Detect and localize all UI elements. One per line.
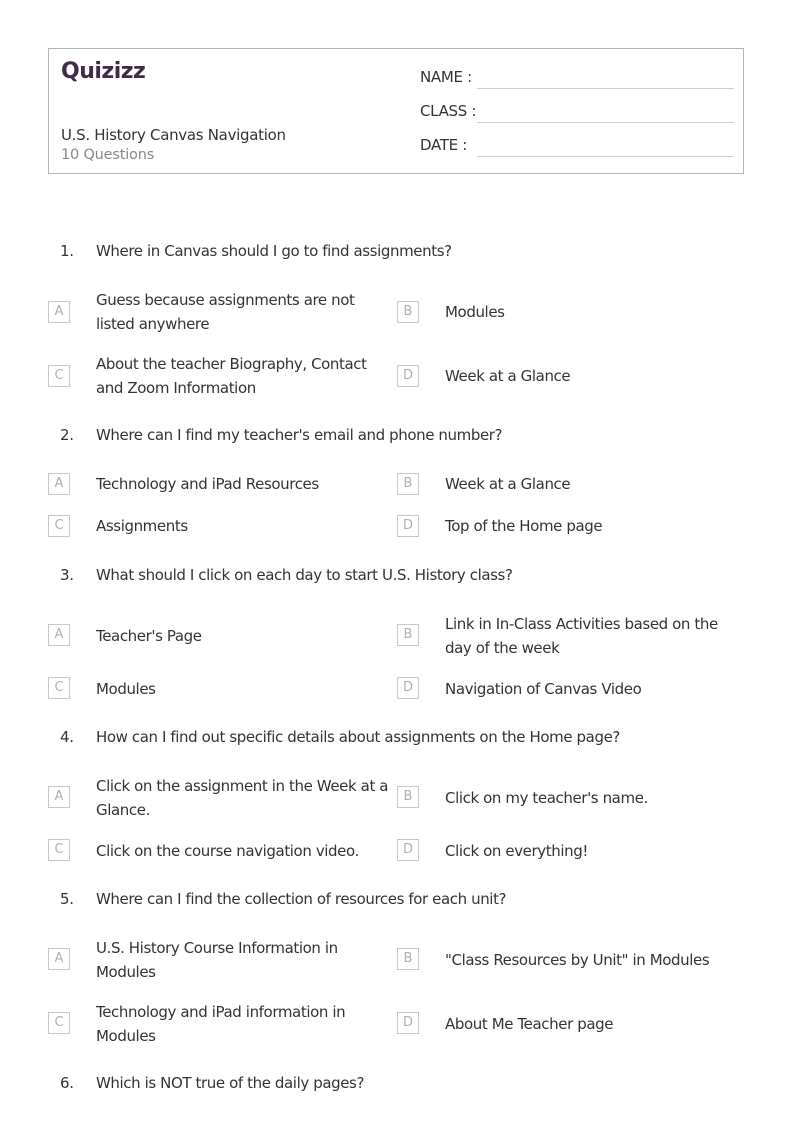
option-text: Week at a Glance (445, 367, 571, 385)
option-letter-box[interactable]: C (48, 677, 70, 699)
option-letter-box[interactable]: D (397, 839, 419, 861)
q1-option-b[interactable]: B Modules (397, 288, 737, 336)
q3-option-d[interactable]: D Navigation of Canvas Video (397, 677, 737, 725)
q2-option-c[interactable]: C Assignments (48, 515, 388, 563)
question-text: Where in Canvas should I go to find assi… (96, 242, 452, 260)
option-letter-box[interactable]: D (397, 515, 419, 537)
option-letter-box[interactable]: B (397, 624, 419, 646)
q4-option-a[interactable]: A Click on the assignment in the Week at… (48, 774, 388, 822)
option-text: Link in In-Class Activities based on the… (445, 615, 718, 657)
option-letter-box[interactable]: B (397, 948, 419, 970)
option-letter-box[interactable]: B (397, 473, 419, 495)
question-number: 2. (60, 426, 74, 444)
option-text: Technology and iPad information in Modul… (96, 1003, 346, 1045)
option-text: U.S. History Course Information in Modul… (96, 939, 338, 981)
class-input-line[interactable] (477, 122, 734, 123)
quiz-title: U.S. History Canvas Navigation (61, 126, 286, 144)
worksheet-header: Quizizz U.S. History Canvas Navigation 1… (48, 48, 744, 174)
option-text: Click on my teacher's name. (445, 789, 648, 807)
option-text: Guess because assignments are not listed… (96, 291, 355, 333)
q5-option-a[interactable]: A U.S. History Course Information in Mod… (48, 936, 388, 984)
option-letter-box[interactable]: D (397, 1012, 419, 1034)
option-letter-box[interactable]: A (48, 786, 70, 808)
q1-option-d[interactable]: D Week at a Glance (397, 352, 737, 400)
question-number: 3. (60, 566, 74, 584)
option-text: Modules (445, 303, 505, 321)
question-text: Which is NOT true of the daily pages? (96, 1074, 365, 1092)
q3-option-b[interactable]: B Link in In-Class Activities based on t… (397, 612, 737, 660)
option-text: Top of the Home page (445, 517, 603, 535)
question-text: How can I find out specific details abou… (96, 728, 620, 746)
question-number: 1. (60, 242, 74, 260)
q3-option-c[interactable]: C Modules (48, 677, 388, 725)
q2-option-d[interactable]: D Top of the Home page (397, 515, 737, 563)
option-letter-box[interactable]: C (48, 365, 70, 387)
q1-option-c[interactable]: C About the teacher Biography, Contact a… (48, 352, 388, 400)
option-letter-box[interactable]: C (48, 1012, 70, 1034)
option-text: "Class Resources by Unit" in Modules (445, 951, 710, 969)
option-letter-box[interactable]: D (397, 365, 419, 387)
date-label: DATE : (420, 136, 468, 154)
option-letter-box[interactable]: A (48, 624, 70, 646)
option-text: Technology and iPad Resources (96, 475, 319, 493)
q1-option-a[interactable]: A Guess because assignments are not list… (48, 288, 388, 336)
date-input-line[interactable] (477, 156, 734, 157)
option-text: Assignments (96, 517, 188, 535)
option-text: Teacher's Page (96, 627, 202, 645)
option-letter-box[interactable]: C (48, 515, 70, 537)
class-field[interactable]: CLASS : (420, 102, 734, 126)
question-number: 4. (60, 728, 74, 746)
option-text: Week at a Glance (445, 475, 571, 493)
class-label: CLASS : (420, 102, 477, 120)
q4-option-c[interactable]: C Click on the course navigation video. (48, 839, 388, 887)
question-number: 5. (60, 890, 74, 908)
option-letter-box[interactable]: A (48, 301, 70, 323)
q5-option-b[interactable]: B "Class Resources by Unit" in Modules (397, 936, 737, 984)
name-input-line[interactable] (477, 88, 734, 89)
question-text: Where can I find the collection of resou… (96, 890, 507, 908)
quizizz-logo: Quizizz (61, 59, 146, 84)
question-count: 10 Questions (61, 147, 155, 163)
option-letter-box[interactable]: A (48, 948, 70, 970)
question-text: What should I click on each day to start… (96, 566, 513, 584)
option-letter-box[interactable]: C (48, 839, 70, 861)
option-text: Click on everything! (445, 842, 588, 860)
q4-option-d[interactable]: D Click on everything! (397, 839, 737, 887)
option-text: Click on the assignment in the Week at a… (96, 777, 389, 819)
question-number: 6. (60, 1074, 74, 1092)
q3-option-a[interactable]: A Teacher's Page (48, 612, 388, 660)
name-field[interactable]: NAME : (420, 68, 734, 92)
option-text: About Me Teacher page (445, 1015, 614, 1033)
option-letter-box[interactable]: D (397, 677, 419, 699)
q4-option-b[interactable]: B Click on my teacher's name. (397, 774, 737, 822)
option-letter-box[interactable]: B (397, 301, 419, 323)
option-text: Click on the course navigation video. (96, 842, 359, 860)
question-text: Where can I find my teacher's email and … (96, 426, 503, 444)
option-text: About the teacher Biography, Contact and… (96, 355, 367, 397)
option-letter-box[interactable]: A (48, 473, 70, 495)
name-label: NAME : (420, 68, 472, 86)
q5-option-d[interactable]: D About Me Teacher page (397, 1000, 737, 1048)
option-text: Modules (96, 680, 156, 698)
date-field[interactable]: DATE : (420, 136, 734, 160)
option-text: Navigation of Canvas Video (445, 680, 642, 698)
q5-option-c[interactable]: C Technology and iPad information in Mod… (48, 1000, 388, 1048)
option-letter-box[interactable]: B (397, 786, 419, 808)
